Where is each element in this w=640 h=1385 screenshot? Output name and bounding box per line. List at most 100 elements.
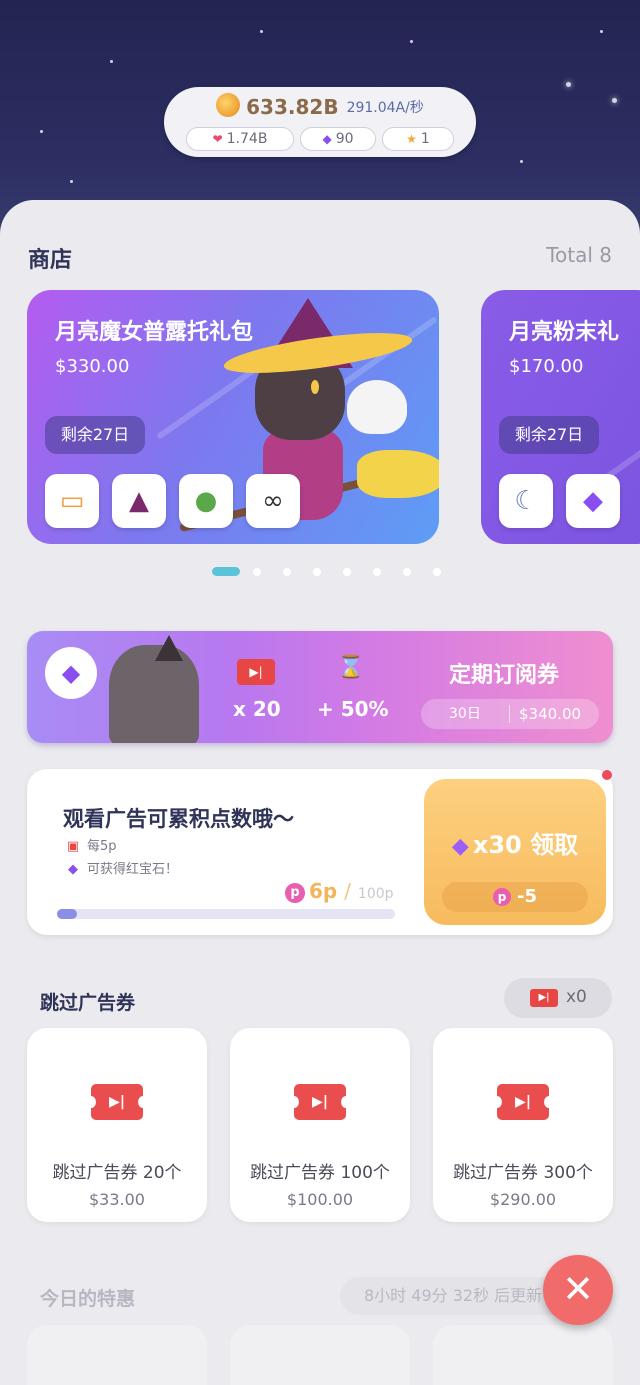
star-decoration	[70, 180, 73, 183]
glasses-item-icon: ∞	[246, 474, 300, 528]
points-max: 100p	[357, 886, 394, 902]
gift-title: 月亮粉末礼	[509, 320, 620, 345]
shop-sheet: 商店 Total 8 月亮魔女普露托礼包 $330.00 剩余27日 ▭ ▲ ●…	[0, 200, 640, 1385]
carousel-dot[interactable]	[373, 568, 381, 576]
gift-remaining: 剩余27日	[499, 416, 599, 454]
gift-remaining: 剩余27日	[45, 416, 145, 454]
gift-title: 月亮魔女普露托礼包	[55, 320, 254, 345]
video-icon: ▣	[66, 839, 80, 854]
ticket-item-icon: ▭	[45, 474, 99, 528]
skip-ticket-count: ▶| x0	[504, 978, 612, 1018]
heart-icon: ❤	[212, 132, 223, 146]
subscription-ticket-bonus: x 20	[233, 697, 281, 721]
cat-ear	[155, 635, 183, 661]
subscription-banner[interactable]: ◆ ▶| ⌛ x 20 + 50% 定期订阅券 30日 $340.00	[27, 631, 613, 743]
ticket-icon: ▶|	[530, 989, 558, 1007]
skip-ticket-price: $33.00	[89, 1190, 145, 1209]
ad-info-text: 可获得红宝石！	[87, 862, 179, 877]
carousel-dot[interactable]	[433, 568, 441, 576]
skip-ticket-price: $100.00	[286, 1190, 354, 1209]
carousel-dot[interactable]	[283, 568, 291, 576]
deal-card[interactable]	[230, 1325, 410, 1385]
skip-ticket-name: 跳过广告券 20个	[52, 1163, 182, 1183]
coin-rate: 291.04A/秒	[346, 100, 424, 116]
carousel-dot[interactable]	[343, 568, 351, 576]
claim-cost-value: -5	[517, 886, 537, 907]
skip-section-title: 跳过广告券	[40, 992, 136, 1014]
skip-ticket-card[interactable]: ▶| 跳过广告券 300个 $290.00	[433, 1028, 613, 1222]
gem-icon: ◆	[322, 132, 332, 146]
carousel-dot[interactable]	[253, 568, 261, 576]
notification-dot	[602, 770, 612, 780]
divider	[509, 705, 510, 723]
carousel-dot-active[interactable]	[212, 567, 240, 576]
ad-info-line: ◆ 可获得红宝石！	[65, 858, 178, 877]
gem-icon: ◆	[451, 834, 469, 859]
hearts-value: 1.74B	[226, 131, 268, 147]
ticket-icon: ▶|	[86, 1084, 148, 1120]
points-icon: p	[285, 883, 305, 903]
points-progress-fill	[57, 909, 78, 919]
gem-icon: ◆	[68, 862, 78, 877]
subscription-speed-bonus: + 50%	[317, 697, 389, 721]
broom	[357, 450, 439, 498]
cat-eye	[311, 380, 319, 394]
ad-points: p 6p / 100p	[285, 879, 394, 903]
gift-card[interactable]: 月亮粉末礼 $170.00 剩余27日 ☾ ◆	[481, 290, 640, 544]
star-decoration	[600, 30, 603, 33]
skip-ticket-price: $290.00	[489, 1190, 557, 1209]
carousel-dot[interactable]	[313, 568, 321, 576]
star-decoration	[612, 98, 617, 103]
hearts-pill[interactable]: ❤ 1.74B	[186, 127, 294, 151]
subscription-price-pill[interactable]: 30日 $340.00	[421, 699, 599, 729]
cat-figure	[109, 645, 199, 743]
shop-total: Total 8	[546, 243, 612, 267]
close-button[interactable]: ✕	[543, 1255, 613, 1325]
star-decoration	[566, 82, 571, 87]
carousel-dot[interactable]	[403, 568, 411, 576]
deals-title: 今日的特惠	[40, 1288, 136, 1310]
claim-label-text: x30 领取	[472, 831, 579, 859]
points-icon: p	[493, 888, 511, 906]
claim-label: ◆ x30 领取	[424, 825, 606, 860]
ad-headline: 观看广告可累积点数哦～	[63, 807, 294, 831]
star-decoration	[40, 130, 43, 133]
ticket-icon: ▶|	[237, 659, 275, 685]
gift-price: $330.00	[55, 356, 130, 377]
subscription-price: $340.00	[519, 705, 582, 723]
gems-value: 90	[335, 131, 354, 147]
points-current: 6p	[309, 879, 338, 903]
skip-ticket-card[interactable]: ▶| 跳过广告券 100个 $100.00	[230, 1028, 410, 1222]
star-decoration	[110, 60, 113, 63]
stars-pill[interactable]: ★ 1	[382, 127, 454, 151]
ticket-icon: ▶|	[492, 1084, 554, 1120]
ad-info-line: ▣ 每5p	[65, 835, 117, 854]
gift-price: $170.00	[509, 356, 584, 377]
deal-card[interactable]	[433, 1325, 613, 1385]
ad-info-text: 每5p	[87, 839, 117, 854]
ticket-icon: ▶|	[289, 1084, 351, 1120]
points-slash: /	[344, 879, 351, 903]
coin-row: 633.82B 291.04A/秒	[164, 93, 476, 123]
gift-card[interactable]: 月亮魔女普露托礼包 $330.00 剩余27日 ▭ ▲ ● ∞	[27, 290, 439, 544]
subscription-title: 定期订阅券	[449, 663, 560, 688]
coin-icon	[216, 93, 241, 117]
claim-button[interactable]: ◆ x30 领取 p -5	[424, 779, 606, 925]
ghost-figure	[347, 380, 407, 434]
gems-pill[interactable]: ◆ 90	[300, 127, 376, 151]
coin-balance: 633.82B	[246, 95, 339, 119]
skip-ticket-card[interactable]: ▶| 跳过广告券 20个 $33.00	[27, 1028, 207, 1222]
cauldron-item-icon: ●	[179, 474, 233, 528]
ad-points-card: 观看广告可累积点数哦～ ▣ 每5p ◆ 可获得红宝石！ p 6p / 100p ◆ x3…	[27, 769, 613, 935]
star-icon: ★	[406, 132, 417, 146]
star-decoration	[520, 160, 523, 163]
deal-card[interactable]	[27, 1325, 207, 1385]
shop-title: 商店	[28, 248, 73, 273]
stripe-decoration	[156, 366, 258, 440]
gem-item-icon: ◆	[566, 474, 620, 528]
skip-ticket-name: 跳过广告券 300个	[453, 1163, 593, 1183]
currency-panel: 633.82B 291.04A/秒 ❤ 1.74B ◆ 90 ★ 1	[164, 87, 476, 157]
hourglass-icon: ⌛	[337, 655, 365, 680]
moon-item-icon: ☾	[499, 474, 553, 528]
stars-value: 1	[420, 131, 430, 147]
